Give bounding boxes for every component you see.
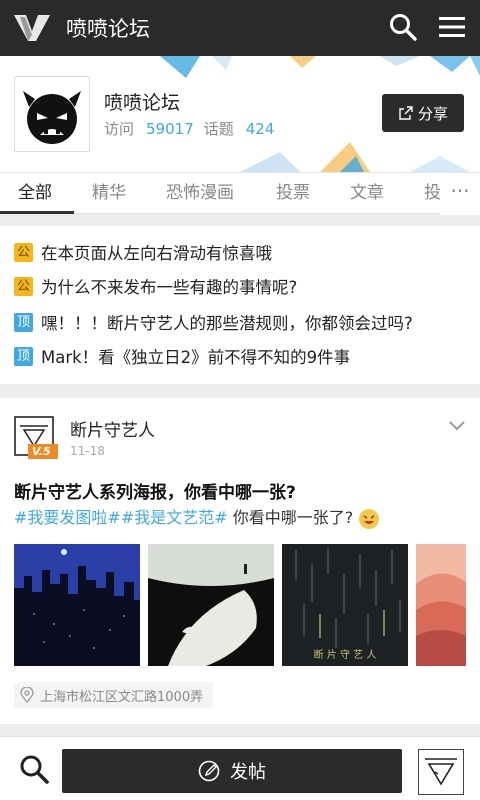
notice-text: 在本页面从左向右滑动有惊喜哦 xyxy=(41,244,272,263)
topics-count: 424 xyxy=(245,120,275,138)
tab-featured[interactable]: 精华 xyxy=(92,173,126,215)
more-tabs-button[interactable]: ··· xyxy=(440,173,480,215)
tab-articles[interactable]: 文章 xyxy=(350,173,384,215)
share-icon xyxy=(399,106,413,120)
forum-name: 喷喷论坛 xyxy=(104,92,181,114)
pinned-badge: 顶 xyxy=(14,312,33,332)
location-pin-icon xyxy=(20,687,34,703)
author-avatar[interactable]: V.5 xyxy=(14,416,58,460)
forum-stats: 访问 59017 话题 424 xyxy=(104,118,284,139)
post-title[interactable]: 断片守艺人系列海报，你看中哪一张? xyxy=(14,478,296,503)
new-post-label: 发帖 xyxy=(230,762,266,783)
hashtag-link[interactable]: #我是文艺范# xyxy=(121,508,228,527)
notice-list: 公 在本页面从左向右滑动有惊喜哦 公 为什么不来发布一些有趣的事情呢? 顶 嘿！… xyxy=(0,226,480,384)
post-author[interactable]: 断片守艺人 xyxy=(70,416,155,441)
chevron-down-icon[interactable] xyxy=(448,420,466,432)
level-badge: V.5 xyxy=(32,445,51,458)
v-logo-icon[interactable] xyxy=(14,13,50,43)
angry-face-icon xyxy=(23,91,81,144)
post-date: 11-18 xyxy=(70,444,105,458)
announcement-badge: 公 xyxy=(14,242,33,262)
notice-text: Mark！看《独立日2》前不得不知的9件事 xyxy=(41,348,351,367)
location-tag[interactable]: 上海市松江区文汇路1000弄 xyxy=(14,682,214,708)
post-card[interactable]: V.5 断片守艺人 11-18 断片守艺人系列海报，你看中哪一张? #我要发图啦… xyxy=(0,398,480,724)
user-avatar-icon xyxy=(425,758,457,786)
active-tab-indicator xyxy=(0,211,74,214)
search-icon[interactable] xyxy=(388,12,418,42)
poster-image-2[interactable] xyxy=(148,544,274,666)
topics-label: 话题 xyxy=(203,120,234,138)
poster-caption: 断 片 守 艺 人 xyxy=(314,648,377,661)
tab-vote[interactable]: 投票 xyxy=(276,173,310,215)
notice-item[interactable]: 公 为什么不来发布一些有趣的事情呢? xyxy=(14,274,297,298)
tab-horror-comics[interactable]: 恐怖漫画 xyxy=(166,173,234,215)
edit-icon xyxy=(198,760,220,782)
announcement-badge: 公 xyxy=(14,276,33,296)
app-title: 喷喷论坛 xyxy=(66,17,150,41)
pinned-badge: 顶 xyxy=(14,346,33,366)
share-button[interactable]: 分享 xyxy=(382,94,464,132)
visits-count: 59017 xyxy=(146,120,194,138)
forum-header: 喷喷论坛 访问 59017 话题 424 分享 xyxy=(0,56,480,172)
visits-label: 访问 xyxy=(104,120,135,138)
poster-image-3[interactable]: 断 片 守 艺 人 xyxy=(282,544,408,666)
bottom-action-bar: 发帖 xyxy=(0,736,480,800)
post-body: #我要发图啦##我是文艺范# 你看中哪一张了? xyxy=(14,504,380,530)
notice-item[interactable]: 顶 Mark！看《独立日2》前不得不知的9件事 xyxy=(14,344,350,368)
category-tabs: 全部 精华 恐怖漫画 投票 文章 投 ··· xyxy=(0,172,480,215)
notice-text: 为什么不来发布一些有趣的事情呢? xyxy=(41,278,298,297)
forum-avatar[interactable] xyxy=(14,76,90,152)
location-text: 上海市松江区文汇路1000弄 xyxy=(40,689,204,705)
grinning-emoji-icon xyxy=(359,508,380,529)
hashtag-link[interactable]: #我要发图啦# xyxy=(14,508,121,527)
hamburger-menu-icon[interactable] xyxy=(438,14,466,40)
notice-text: 嘿！！！断片守艺人的那些潜规则，你都领会过吗? xyxy=(41,314,413,333)
share-label: 分享 xyxy=(417,104,448,123)
notice-item[interactable]: 公 在本页面从左向右滑动有惊喜哦 xyxy=(14,240,272,264)
poster-image-1[interactable] xyxy=(14,544,140,666)
tab-partial[interactable]: 投 xyxy=(424,173,441,215)
post-body-text: 你看中哪一张了? xyxy=(232,508,354,527)
my-avatar[interactable] xyxy=(418,749,464,795)
poster-image-4[interactable] xyxy=(416,544,466,666)
notice-item[interactable]: 顶 嘿！！！断片守艺人的那些潜规则，你都领会过吗? xyxy=(14,310,413,334)
search-icon[interactable] xyxy=(18,753,50,785)
tab-all[interactable]: 全部 xyxy=(18,173,52,215)
new-post-button[interactable]: 发帖 xyxy=(62,749,402,793)
